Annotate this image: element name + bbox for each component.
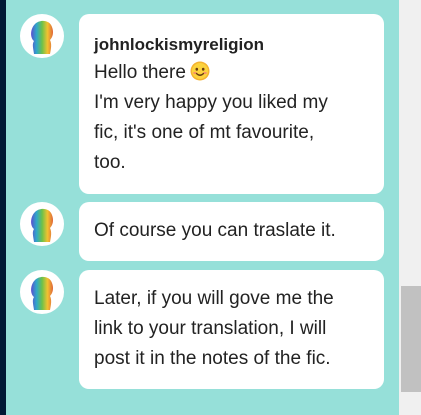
message-line: fic, it's one of mt favourite,	[94, 122, 315, 143]
background-sidebar	[0, 0, 6, 415]
smiling-face-icon	[190, 61, 210, 81]
message-line: link to your translation, I will	[94, 318, 327, 339]
message-bubble: Of course you can traslate it.	[79, 202, 384, 261]
author-name[interactable]: johnlockismyreligion	[94, 34, 369, 56]
message-line: post it in the notes of the fic.	[94, 348, 331, 369]
avatar[interactable]	[20, 202, 64, 246]
message-line: Later, if you will gove me the	[94, 288, 334, 309]
message-bubble: johnlockismyreligion Hello there I'm ver…	[79, 14, 384, 194]
message-line: I'm very happy you liked my	[94, 92, 328, 113]
avatar[interactable]	[20, 14, 64, 58]
message-line: Hello there	[94, 58, 369, 88]
message-line: too.	[94, 152, 126, 173]
avatar[interactable]	[20, 270, 64, 314]
message-bubble: Later, if you will gove me the link to y…	[79, 270, 384, 389]
message-line: Of course you can traslate it.	[94, 220, 336, 241]
scrollbar-thumb[interactable]	[401, 286, 421, 392]
